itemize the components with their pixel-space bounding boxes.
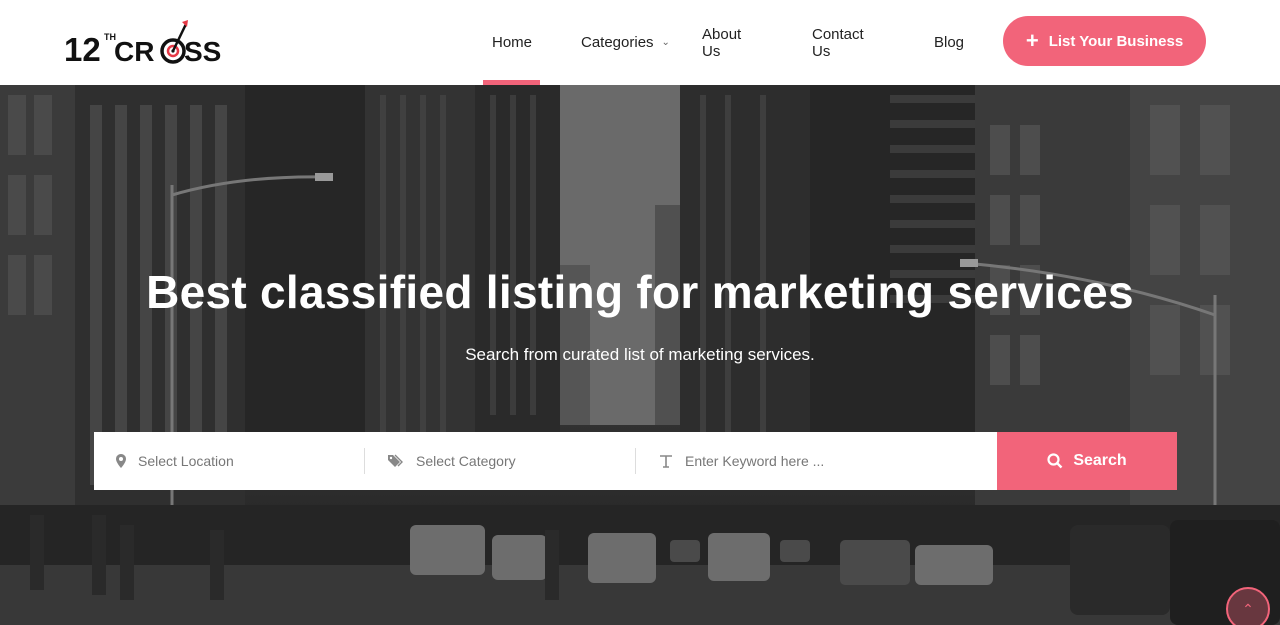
keyword-input[interactable]: Enter Keyword here ... — [659, 432, 989, 490]
svg-text:CR: CR — [114, 36, 154, 66]
plus-icon: + — [1025, 28, 1039, 53]
hero-subtitle: Search from curated list of marketing se… — [465, 345, 815, 364]
tags-icon — [388, 454, 404, 468]
search-button[interactable]: Search — [997, 432, 1177, 490]
keyword-placeholder: Enter Keyword here ... — [685, 453, 825, 469]
category-select[interactable]: Select Category — [388, 432, 633, 490]
field-divider — [635, 448, 636, 474]
map-pin-icon — [116, 454, 126, 468]
nav-contact-us[interactable]: Contact Us — [812, 0, 864, 85]
svg-text:SS: SS — [184, 36, 221, 66]
nav-about-us[interactable]: About Us — [702, 0, 741, 85]
text-icon — [659, 454, 673, 468]
chevron-up-icon: ⌃ — [1242, 600, 1254, 617]
nav-blog[interactable]: Blog — [934, 0, 964, 85]
logo-mark: 12 TH CR SS — [64, 20, 221, 66]
field-divider — [364, 448, 365, 474]
nav-categories[interactable]: Categories ⌄ — [581, 0, 670, 85]
category-placeholder: Select Category — [416, 453, 516, 469]
site-header: 12 TH CR SS Home Categories ⌄ About Us Co… — [0, 0, 1280, 85]
site-logo[interactable]: 12 TH CR SS — [64, 18, 234, 66]
location-placeholder: Select Location — [138, 453, 234, 469]
hero-title: Best classified listing for marketing se… — [146, 266, 1134, 318]
scroll-to-top-button[interactable]: ⌃ — [1226, 587, 1270, 625]
nav-home[interactable]: Home — [492, 0, 532, 85]
hero-section: Best classified listing for marketing se… — [0, 85, 1280, 625]
chevron-down-icon: ⌄ — [661, 37, 670, 48]
svg-text:12: 12 — [64, 31, 101, 66]
search-bar: Select Location Select Category Enter Ke… — [94, 432, 1177, 490]
location-select[interactable]: Select Location — [116, 432, 361, 490]
search-icon — [1047, 453, 1063, 469]
list-your-business-button[interactable]: + List Your Business — [1003, 16, 1206, 66]
